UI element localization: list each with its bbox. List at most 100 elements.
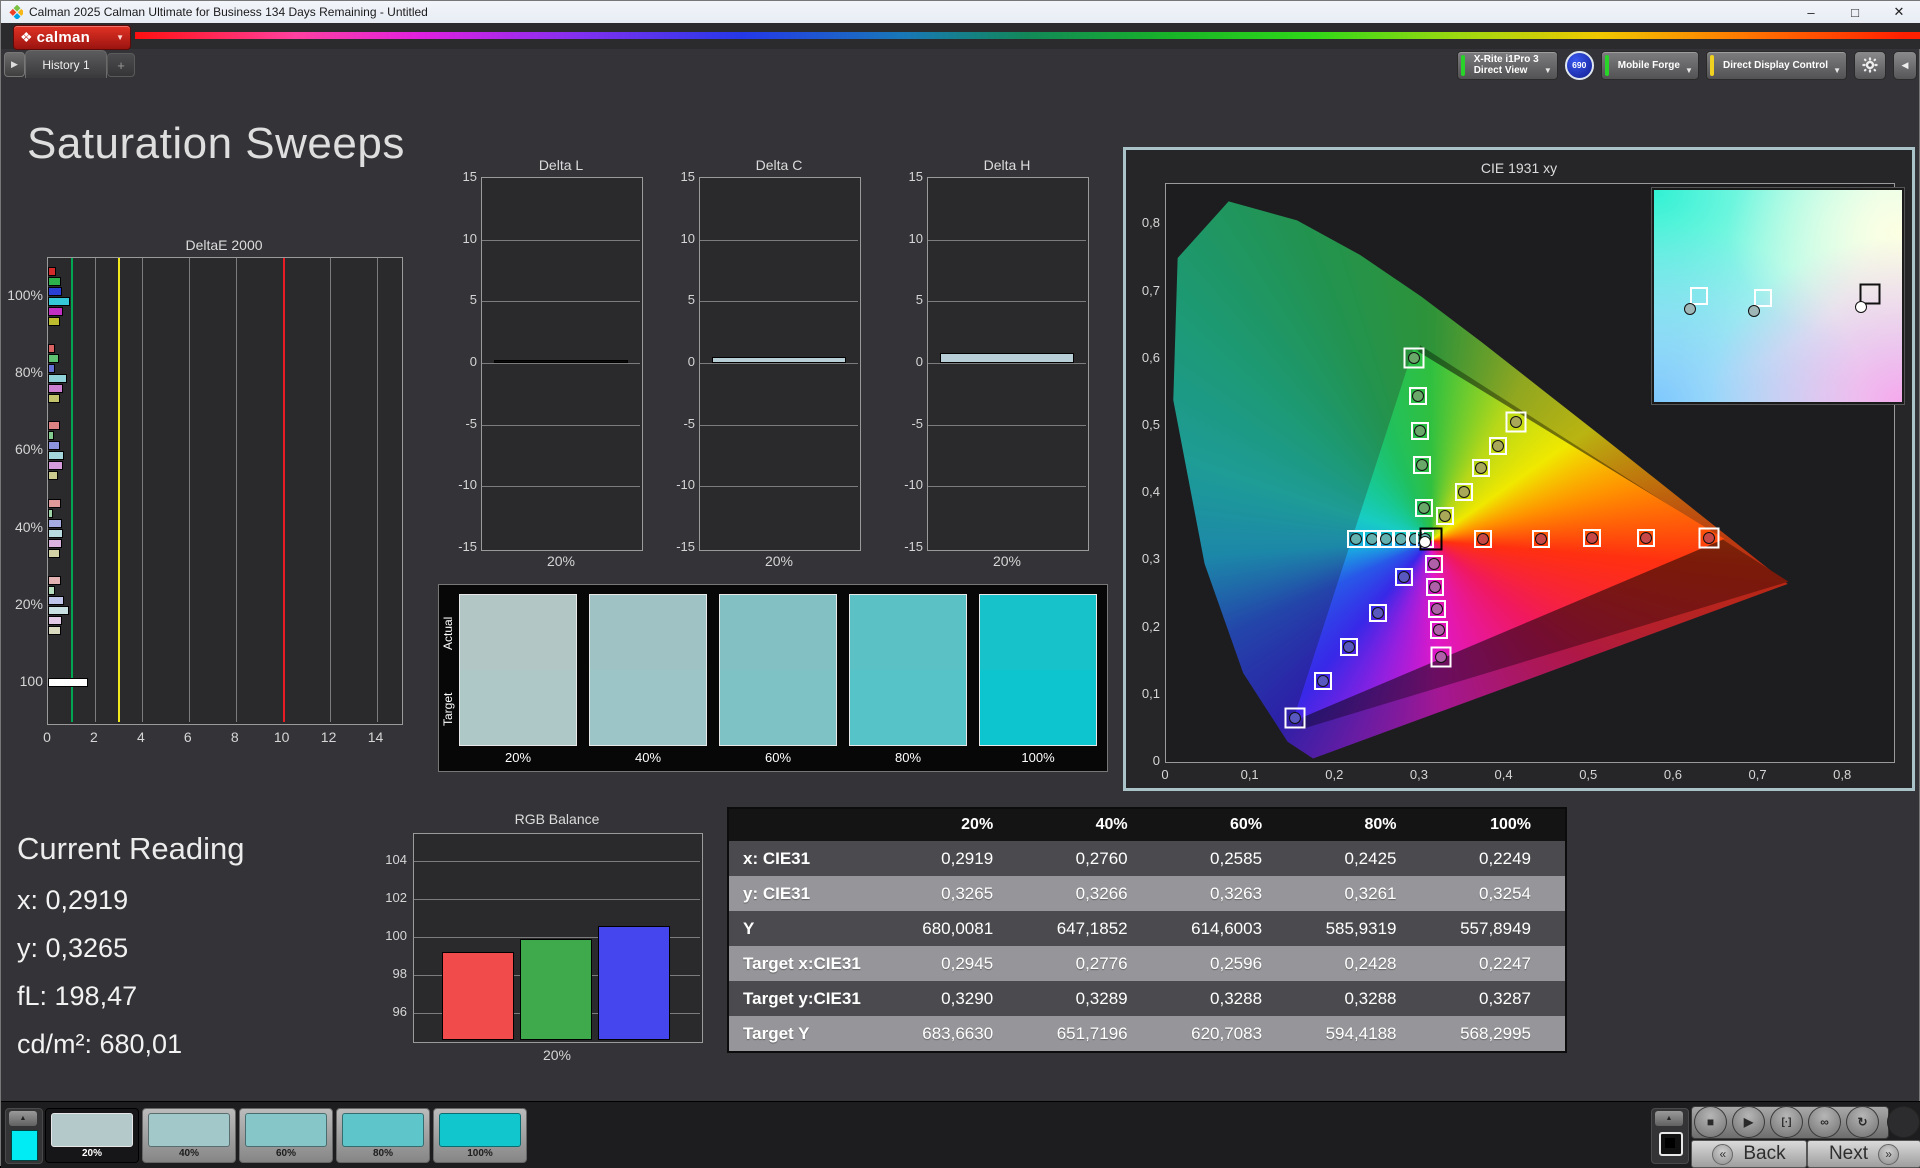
rgb-balance-title: RGB Balance [514,811,600,827]
stop-button[interactable]: ■ [1694,1106,1727,1138]
deltae-chart-title: DeltaE 2000 [185,237,263,253]
cie-measured-circle [1439,510,1452,522]
pattern-tile-label: 80% [372,1148,393,1159]
refresh-button[interactable]: ↻ [1846,1106,1879,1138]
deltae-x-tick: 8 [230,729,239,745]
swatch-actual [590,595,706,670]
back-button[interactable]: « Back [1691,1140,1807,1168]
deltae-bar [48,538,63,548]
loop-button[interactable]: ∞ [1808,1106,1841,1138]
table-cell: 680,0081 [892,911,1028,946]
chevron-down-icon: ▼ [1685,65,1693,75]
delta-y-tick: 15 [680,169,695,184]
table-cell: 0,2425 [1296,841,1431,876]
table-row-label: Target x:CIE31 [728,946,893,981]
deltae-bar [48,441,60,451]
deltae-bar [48,461,64,471]
delta-y-tick: 10 [680,230,695,246]
cie-x-tick: 0,2 [1325,767,1344,782]
deltae-bar [48,616,63,625]
maximize-button[interactable]: □ [1833,1,1877,23]
table-cell: 651,7196 [1027,1016,1162,1052]
deltae-bar [48,576,61,585]
delta-gridline [700,424,858,426]
rgb-gridline [414,898,700,900]
pattern-tile-60%[interactable]: 60% [239,1108,333,1163]
table-cell: 585,9319 [1296,911,1431,946]
delta-chart-title-delta-l: Delta L [538,157,584,173]
deltae-group-label: 100% [7,286,43,303]
delta-gridline [928,239,1086,241]
device-button-1[interactable]: Mobile Forge ▼ [1600,50,1699,80]
device-button-label: X-Rite i1Pro 3 Direct View [1473,54,1539,76]
table-row-label: x: CIE31 [728,841,893,876]
delta-gridline [482,301,640,303]
deltae-plot [47,257,403,725]
swatch-target [590,670,706,745]
delta-gridline [928,301,1086,303]
next-button[interactable]: Next » [1807,1140,1920,1168]
play-button[interactable]: ▶ [1732,1106,1765,1138]
table-cell: 0,3288 [1296,981,1431,1016]
add-tab-button[interactable]: + [107,53,135,77]
pattern-tile-swatch [342,1113,424,1147]
deltae-bar [48,451,65,461]
inset-measured-circle [1683,302,1696,315]
deltae-bar [48,394,60,403]
chevron-down-icon: ▼ [1833,65,1841,75]
cie-measured-circle [1457,485,1470,498]
swatch-cell-60% [719,594,837,746]
cie-measured-circle [1491,440,1504,453]
deltae-bar [48,548,60,558]
deltae-gridline [94,258,96,722]
pattern-window-inner-square [1665,1138,1675,1148]
deltae-gridline [235,258,237,722]
pattern-tile-label: 100% [467,1148,493,1159]
cie-y-tick: 0,6 [1141,349,1160,365]
delta-gridline [928,486,1086,488]
collapse-up-button[interactable]: ▲ [9,1111,37,1126]
brand-row: ❖ calman ▼ [1,23,1920,50]
rgb-plot [413,833,703,1043]
table-cell: 0,2945 [892,946,1028,981]
delta-x-label: 20% [992,553,1022,569]
pattern-tile-40%[interactable]: 40% [142,1108,236,1163]
frame-button[interactable]: [·] [1770,1106,1803,1138]
collapse-panel-button[interactable]: ◀ [1893,50,1917,80]
cie-measured-circle [1408,352,1421,365]
cie-x-tick: 0 [1161,767,1169,782]
table-cell: 594,4188 [1296,1016,1431,1052]
collapse-up-button[interactable]: ▲ [1655,1111,1683,1126]
settings-gear-button[interactable] [1854,50,1886,80]
delta-y-tick: 0 [469,354,477,369]
bottom-bar: ▲ 20% 40% 60% 80% 100% ▲ ■ ▶ [·] ∞ ↻ « Back Next » [1,1101,1920,1168]
deltae-group-label: 100 [19,673,43,690]
current-reading-line-1: y: 0,3265 [17,933,129,963]
back-label: Back [1743,1143,1786,1164]
close-button[interactable]: ✕ [1877,1,1920,23]
calman-menu-button[interactable]: ❖ calman ▼ [13,25,131,50]
tab-history-1[interactable]: History 1 [25,50,107,78]
delta-value-bar [712,356,846,363]
minimize-button[interactable]: – [1789,1,1833,23]
pattern-tile-100%[interactable]: 100% [433,1108,527,1163]
deltae-ref-line-3 [118,258,121,722]
cie-x-tick: 0,1 [1240,767,1259,782]
next-chevron-icon: » [1878,1143,1900,1165]
table-cell: 683,6630 [892,1016,1028,1052]
cie-y-tick: 0 [1152,753,1160,768]
pattern-tile-80%[interactable]: 80% [336,1108,430,1163]
cie-measured-circle [1365,532,1378,545]
meter-badge[interactable]: 690 [1564,50,1594,80]
device-button-0[interactable]: X-Rite i1Pro 3 Direct View ▼ [1456,50,1558,80]
delta-y-tick: -10 [458,477,477,493]
device-button-2[interactable]: Direct Display Control ▼ [1705,50,1847,80]
pattern-tile-20%[interactable]: 20% [45,1108,139,1163]
deltae-bar [48,364,55,373]
table-row: Target Y 683,6630 651,7196 620,7083 594,4188… [728,1016,1566,1052]
deltae-bar [48,586,56,595]
tab-scroll-button[interactable]: ▶ [4,52,25,77]
table-header-4: 80% [1296,808,1431,841]
rgb-x-label: 20% [542,1047,572,1063]
table-cell: 0,3290 [892,981,1028,1016]
